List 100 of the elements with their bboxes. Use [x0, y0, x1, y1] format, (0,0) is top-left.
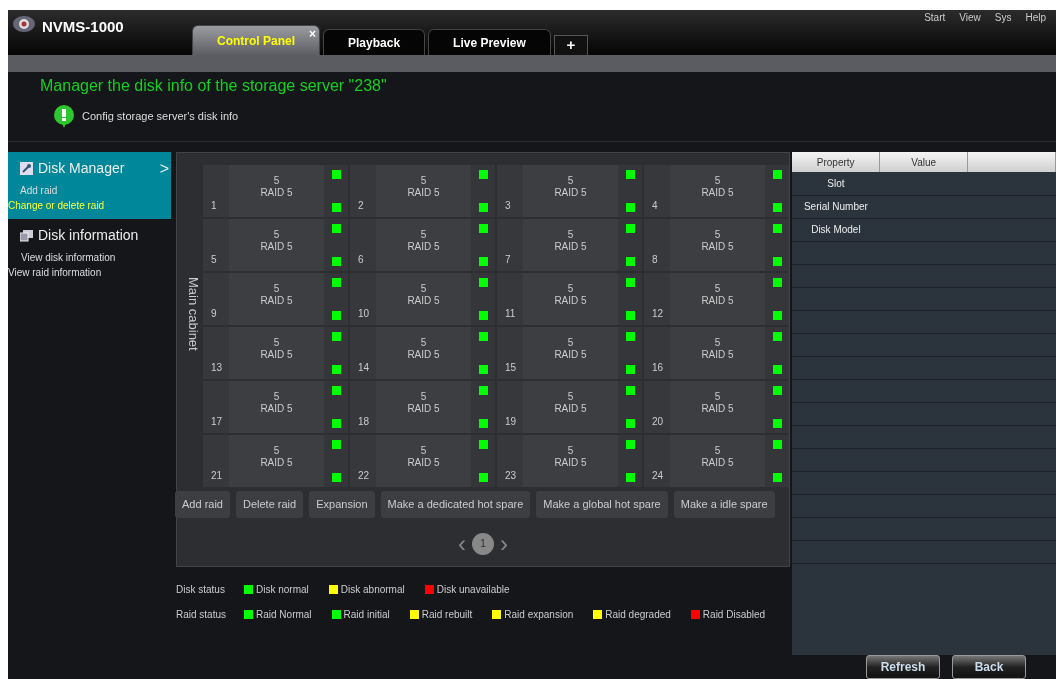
slot-number: 17	[203, 381, 229, 433]
disk-slot[interactable]: 13 5 RAID 5	[203, 327, 348, 379]
disk-slot[interactable]: 3 5 RAID 5	[497, 165, 642, 217]
disk-count: 5	[420, 337, 427, 349]
slot-number: 10	[350, 273, 376, 325]
disk-slot[interactable]: 6 5 RAID 5	[350, 219, 495, 271]
disk-slot[interactable]: 4 5 RAID 5	[644, 165, 789, 217]
sidebar-link[interactable]: View raid information	[8, 265, 102, 280]
legend-label: Disk status	[176, 582, 226, 597]
page-title: Manager the disk info of the storage server "238"	[40, 76, 388, 96]
raid-level: RAID 5	[260, 457, 293, 469]
slot-number: 5	[203, 219, 229, 271]
raid-level: RAID 5	[701, 349, 734, 361]
legend-text: Disk abnormal	[340, 582, 405, 597]
sidebar-link[interactable]: Change or delete raid	[8, 198, 105, 213]
disk-slot[interactable]: 22 5 RAID 5	[350, 435, 495, 487]
disk-slot[interactable]: 7 5 RAID 5	[497, 219, 642, 271]
tab[interactable]: Playback	[323, 29, 426, 55]
disk-slot[interactable]: 23 5 RAID 5	[497, 435, 642, 487]
raid-level: RAID 5	[554, 295, 587, 307]
slot-number: 7	[497, 219, 523, 271]
sidebar-heading[interactable]: Disk information	[38, 225, 139, 246]
raid-level: RAID 5	[554, 403, 587, 415]
raid-level: RAID 5	[260, 403, 293, 415]
footer-button[interactable]: Refresh	[866, 655, 940, 679]
slot-number: 1	[203, 165, 229, 217]
disk-slot[interactable]: 24 5 RAID 5	[644, 435, 789, 487]
info-bubble-icon	[52, 104, 76, 128]
sidebar-link[interactable]: View disk information	[8, 250, 116, 265]
add-tab-button[interactable]: +	[553, 35, 588, 55]
disk-slot[interactable]: 21 5 RAID 5	[203, 435, 348, 487]
legend-label: Raid status	[176, 607, 228, 622]
tab[interactable]: Control Panel ×	[192, 25, 320, 55]
raid-level: RAID 5	[554, 457, 587, 469]
disk-count: 5	[567, 283, 574, 295]
raid-level: RAID 5	[407, 241, 440, 253]
menu-item[interactable]: Sys	[994, 10, 1012, 25]
column-header: Property	[792, 152, 880, 172]
column-header: Value	[879, 152, 968, 172]
action-button[interactable]: Make a idle spare	[673, 491, 775, 518]
disk-count: 5	[567, 391, 574, 403]
raid-level: RAID 5	[407, 457, 440, 469]
menu-item[interactable]: Help	[1025, 10, 1046, 25]
slot-number: 20	[644, 381, 670, 433]
chevron-right-icon: >	[159, 156, 169, 181]
tab[interactable]: Live Preview	[428, 29, 551, 55]
disk-slot[interactable]: 10 5 RAID 5	[350, 273, 495, 325]
page-subtitle: Config storage server's disk info	[82, 108, 239, 124]
disk-count: 5	[273, 337, 280, 349]
slot-number: 8	[644, 219, 670, 271]
slot-number: 15	[497, 327, 523, 379]
disk-slot[interactable]: 1 5 RAID 5	[203, 165, 348, 217]
disk-slot[interactable]: 11 5 RAID 5	[497, 273, 642, 325]
next-page-button[interactable]: ›	[500, 531, 508, 556]
slot-number: 21	[203, 435, 229, 487]
slot-number: 12	[644, 273, 670, 325]
disk-count: 5	[420, 283, 427, 295]
legend-text: Raid expansion	[504, 607, 574, 622]
menu-item[interactable]: Start	[924, 10, 946, 25]
disk-slot[interactable]: 18 5 RAID 5	[350, 381, 495, 433]
table-cell: Disk Model	[792, 218, 880, 241]
disk-count: 5	[420, 175, 427, 187]
action-button[interactable]: Delete raid	[236, 491, 304, 518]
raid-level: RAID 5	[260, 187, 293, 199]
disk-slot[interactable]: 9 5 RAID 5	[203, 273, 348, 325]
slot-number: 2	[350, 165, 376, 217]
legend-text: Raid Normal	[256, 607, 312, 622]
action-button[interactable]: Expansion	[309, 491, 375, 518]
menu-item[interactable]: View	[959, 10, 981, 25]
action-button[interactable]: Make a dedicated hot spare	[380, 491, 531, 518]
slot-number: 13	[203, 327, 229, 379]
disk-slot[interactable]: 17 5 RAID 5	[203, 381, 348, 433]
disk-slot[interactable]: 15 5 RAID 5	[497, 327, 642, 379]
footer-button[interactable]: Back	[952, 655, 1026, 679]
disk-slot[interactable]: 20 5 RAID 5	[644, 381, 789, 433]
disk-slot[interactable]: 2 5 RAID 5	[350, 165, 495, 217]
raid-level: RAID 5	[701, 457, 734, 469]
disk-slot[interactable]: 16 5 RAID 5	[644, 327, 789, 379]
disk-slot[interactable]: 12 5 RAID 5	[644, 273, 789, 325]
slot-number: 14	[350, 327, 376, 379]
disk-slot[interactable]: 19 5 RAID 5	[497, 381, 642, 433]
disk-count: 5	[714, 175, 721, 187]
disk-count: 5	[567, 337, 574, 349]
action-button[interactable]: Add raid	[175, 491, 230, 518]
raid-level: RAID 5	[260, 295, 293, 307]
disk-slot[interactable]: 8 5 RAID 5	[644, 219, 789, 271]
disk-slot[interactable]: 14 5 RAID 5	[350, 327, 495, 379]
sidebar-heading[interactable]: Disk Manager	[38, 158, 125, 179]
raid-level: RAID 5	[260, 241, 293, 253]
slot-number: 16	[644, 327, 670, 379]
slot-number: 6	[350, 219, 376, 271]
raid-level: RAID 5	[407, 187, 440, 199]
page-number[interactable]: 1	[472, 532, 494, 555]
raid-level: RAID 5	[260, 349, 293, 361]
disk-count: 5	[273, 391, 280, 403]
raid-level: RAID 5	[701, 241, 734, 253]
table-cell: Slot	[792, 172, 880, 195]
disk-slot[interactable]: 5 5 RAID 5	[203, 219, 348, 271]
action-button[interactable]: Make a global hot spare	[536, 491, 668, 518]
previous-page-button[interactable]: ‹	[458, 531, 466, 556]
